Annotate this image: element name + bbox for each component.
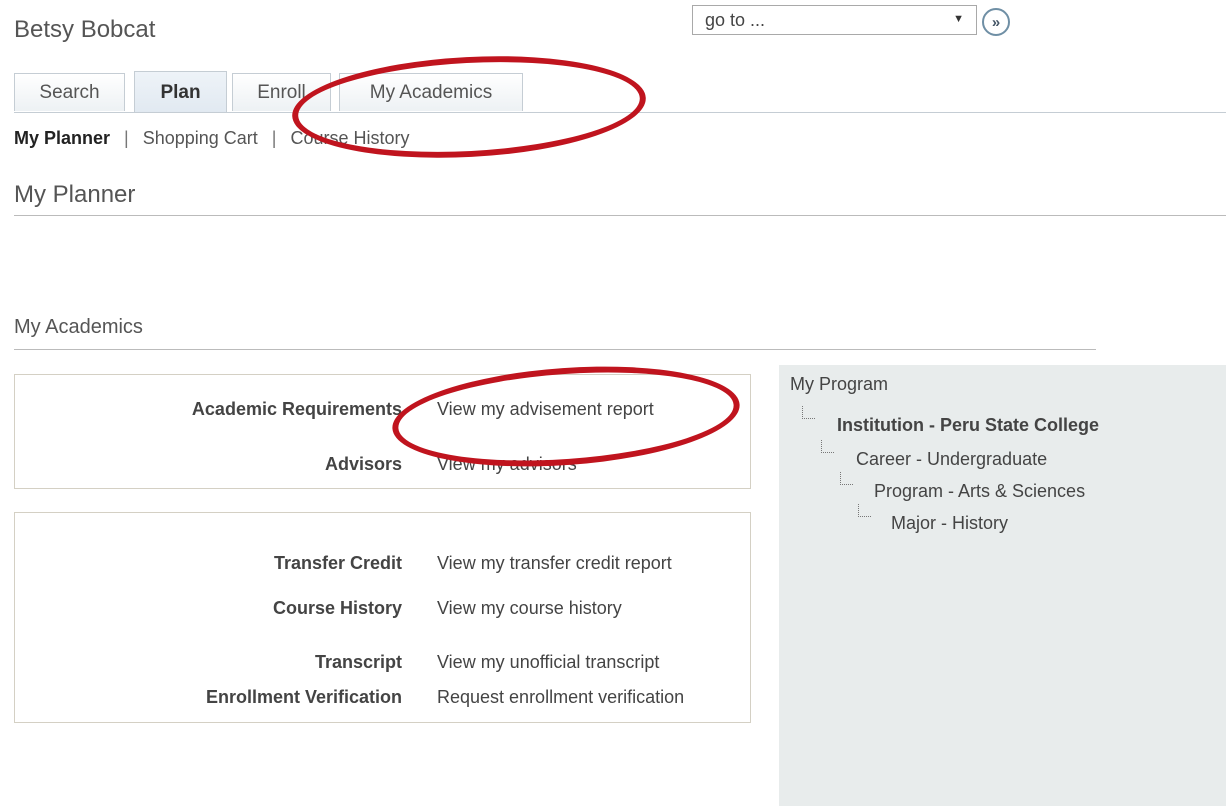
- double-chevron-right-icon: »: [991, 13, 1001, 31]
- tab-enroll[interactable]: Enroll: [232, 73, 331, 111]
- subnav-my-planner[interactable]: My Planner: [14, 128, 110, 148]
- user-name: Betsy Bobcat: [14, 16, 156, 43]
- tree-item-career: Career - Undergraduate: [856, 449, 1048, 469]
- link-transfer-credit-report[interactable]: View my transfer credit report: [437, 553, 672, 574]
- goto-select-value: go to ...: [705, 9, 766, 30]
- subnav-course-history[interactable]: Course History: [290, 128, 409, 148]
- subnav-shopping-cart[interactable]: Shopping Cart: [143, 128, 258, 148]
- page-title-divider: [14, 215, 1226, 216]
- tab-plan-label: Plan: [160, 81, 201, 103]
- dropdown-arrow-icon: ▼: [953, 13, 964, 25]
- tree-item-program: Program - Arts & Sciences: [874, 481, 1086, 501]
- tab-divider: [14, 112, 1226, 113]
- goto-button[interactable]: »: [982, 8, 1010, 36]
- subnav-separator: |: [124, 128, 129, 148]
- tree-item-major: Major - History: [891, 513, 1009, 533]
- label-enrollment-verification: Enrollment Verification: [205, 687, 402, 707]
- goto-select[interactable]: go to ... ▼: [692, 5, 977, 35]
- tab-plan[interactable]: Plan: [134, 71, 227, 113]
- section-title-my-academics: My Academics: [14, 316, 143, 338]
- tree-connector-icon: [840, 472, 853, 485]
- tab-search-label: Search: [39, 81, 100, 103]
- link-view-advisors[interactable]: View my advisors: [437, 454, 577, 475]
- subnav-separator: |: [271, 128, 277, 148]
- label-transfer-credit: Transfer Credit: [273, 553, 402, 573]
- label-transcript: Transcript: [314, 652, 402, 672]
- my-program-title: My Program: [790, 374, 889, 394]
- subnav: My Planner | Shopping Cart | Course History: [14, 128, 410, 149]
- tab-enroll-label: Enroll: [257, 81, 306, 103]
- link-enrollment-verification[interactable]: Request enrollment verification: [437, 687, 684, 708]
- tree-connector-icon: [802, 406, 815, 419]
- tab-my-academics[interactable]: My Academics: [339, 73, 523, 111]
- tree-item-institution: Institution - Peru State College: [837, 415, 1100, 435]
- tree-connector-icon: [858, 504, 871, 517]
- link-advisement-report[interactable]: View my advisement report: [437, 399, 654, 420]
- tab-my-academics-label: My Academics: [369, 81, 493, 103]
- section-divider: [14, 349, 1096, 350]
- label-academic-requirements: Academic Requirements: [191, 399, 402, 419]
- page-title: My Planner: [14, 181, 136, 208]
- label-course-history: Course History: [272, 598, 402, 618]
- label-advisors: Advisors: [324, 454, 402, 474]
- link-course-history[interactable]: View my course history: [437, 598, 622, 619]
- tree-connector-icon: [821, 440, 834, 453]
- tab-search[interactable]: Search: [14, 73, 125, 111]
- link-unofficial-transcript[interactable]: View my unofficial transcript: [437, 652, 659, 673]
